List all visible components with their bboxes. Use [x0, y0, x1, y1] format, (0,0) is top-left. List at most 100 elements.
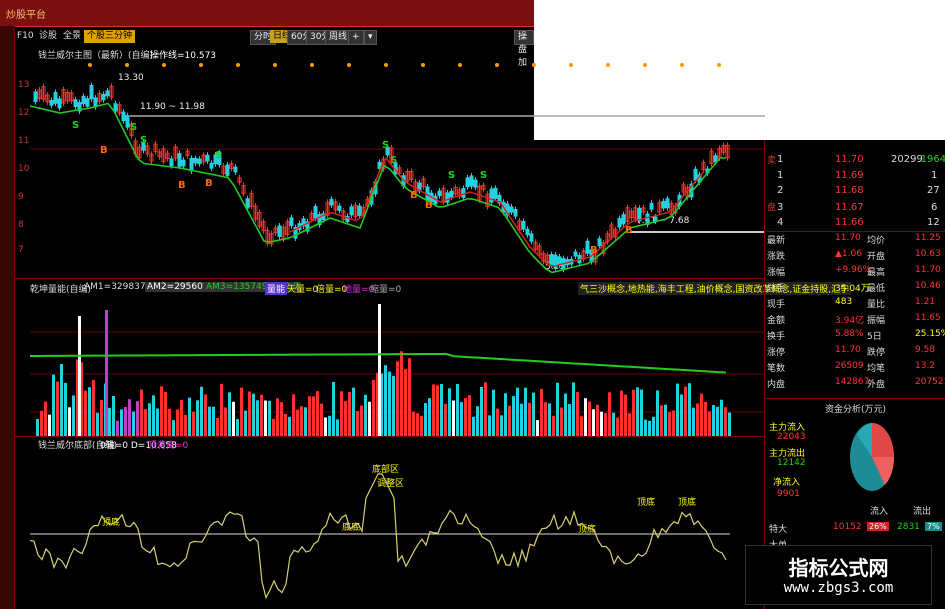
volume-bar [252, 393, 255, 436]
volume-bar [40, 410, 43, 436]
volume-bar [236, 419, 239, 436]
stat-key: 内盘 [767, 380, 786, 390]
candle [125, 115, 130, 128]
volume-bar [216, 417, 219, 436]
f10-button[interactable]: F10 [14, 30, 37, 43]
event-dot [347, 63, 351, 67]
volume-bar [632, 389, 635, 436]
volume-bar [164, 391, 167, 436]
y-tick: 7 [18, 245, 24, 255]
stat-key: 跌停 [867, 348, 886, 358]
volume-bar [280, 402, 283, 436]
row-super-in: 10152 [833, 522, 862, 532]
watermark-url: www.zbgs3.com [783, 580, 894, 596]
volume-bar [324, 417, 327, 436]
y-tick: 11 [18, 136, 30, 146]
volume-bar [188, 397, 191, 436]
stat-value: 13.2 [915, 361, 936, 371]
volume-bar [624, 394, 627, 436]
tab-three-minute[interactable]: 个股三分钟 [84, 30, 136, 43]
volume-bar [116, 420, 119, 436]
volume-bar [556, 382, 559, 436]
stat-key: 笔数 [767, 364, 786, 374]
main-out-value: 12142 [777, 458, 806, 468]
candle [585, 240, 590, 254]
volume-bar [48, 414, 51, 436]
signal-marker: B [410, 190, 418, 201]
volume-bar [56, 381, 59, 436]
net-in-label: 净流入 [773, 478, 801, 488]
volume-bar [84, 390, 87, 436]
bid-level: 4 [777, 217, 784, 228]
volume-bar [464, 397, 467, 436]
volume-bar [604, 413, 607, 436]
left-sidebar[interactable] [0, 26, 15, 609]
panorama-button[interactable]: 全景 [60, 30, 84, 43]
event-dot [495, 63, 499, 67]
candle [357, 205, 362, 216]
volume-bar [444, 403, 447, 436]
candle [329, 198, 334, 206]
event-dot [125, 63, 129, 67]
candle [521, 220, 526, 230]
volume-bar [580, 416, 583, 436]
volume-bar [344, 401, 347, 436]
event-dot [606, 63, 610, 67]
volume-bar [348, 392, 351, 436]
candle [197, 158, 202, 165]
candlestick-chart[interactable]: SBSSBSBSSBBS SBB [30, 58, 765, 278]
volume-bar [228, 392, 231, 436]
volume-chart[interactable] [30, 294, 765, 436]
candle [177, 153, 182, 167]
stat-value: 11.70 [915, 265, 941, 275]
stat-value: 142867 [835, 377, 870, 387]
fund-flow-pie[interactable] [847, 417, 897, 495]
volume-bar [240, 387, 243, 436]
bid-volume: 1 [931, 170, 938, 181]
volume-bar [72, 395, 75, 436]
stat-value: 25.15% [915, 329, 945, 339]
watermark-title: 指标公式网 [788, 556, 889, 580]
y-tick: 12 [18, 108, 30, 118]
volume-bar [328, 415, 331, 436]
volume-bar [244, 410, 247, 436]
stat-value: 11.65 [915, 313, 941, 323]
volume-bar [588, 401, 591, 436]
candle [81, 95, 86, 105]
stat-value: 11.25 [915, 233, 941, 243]
diagnose-button[interactable]: 诊股 [36, 30, 60, 43]
period-dropdown-button[interactable]: ▾ [364, 30, 377, 45]
volume-bar [688, 383, 691, 436]
trade-plus-button[interactable]: 操盘加 [514, 30, 534, 68]
volume-bar [592, 409, 595, 436]
oscillator-chart[interactable] [30, 450, 765, 609]
stat-value: 11.70 [835, 345, 861, 355]
volume-bar [476, 406, 479, 436]
signal-marker: S [390, 155, 397, 166]
net-in-value: 9901 [777, 489, 800, 499]
divider [14, 436, 764, 437]
candle [437, 190, 442, 197]
row-super-in-pct: 26% [867, 522, 889, 531]
volume-bar [420, 415, 423, 436]
volume-bar [68, 407, 71, 436]
volume-bar [312, 396, 315, 436]
signal-marker: B [425, 200, 433, 211]
signal-marker: S [382, 140, 389, 151]
candle [313, 206, 318, 219]
volume-bar [468, 395, 471, 436]
volume-bar [300, 406, 303, 436]
ask-level: 1 [777, 154, 784, 165]
volume-bar [456, 384, 459, 436]
candle [209, 162, 214, 169]
stat-key: 最高 [867, 268, 886, 278]
volume-bar [260, 394, 263, 436]
volume-bar [608, 392, 611, 436]
volume-bar [264, 400, 267, 436]
volume-bar [460, 402, 463, 436]
add-period-button[interactable]: + [348, 30, 364, 45]
volume-bar [356, 411, 359, 436]
stats-table: 最新 11.70 均价 11.25 涨跌 ▲1.06 开盘 10.63 涨幅 +9.96% 最高 11… [765, 233, 945, 398]
volume-bar [152, 395, 155, 436]
volume-bar [472, 416, 475, 436]
